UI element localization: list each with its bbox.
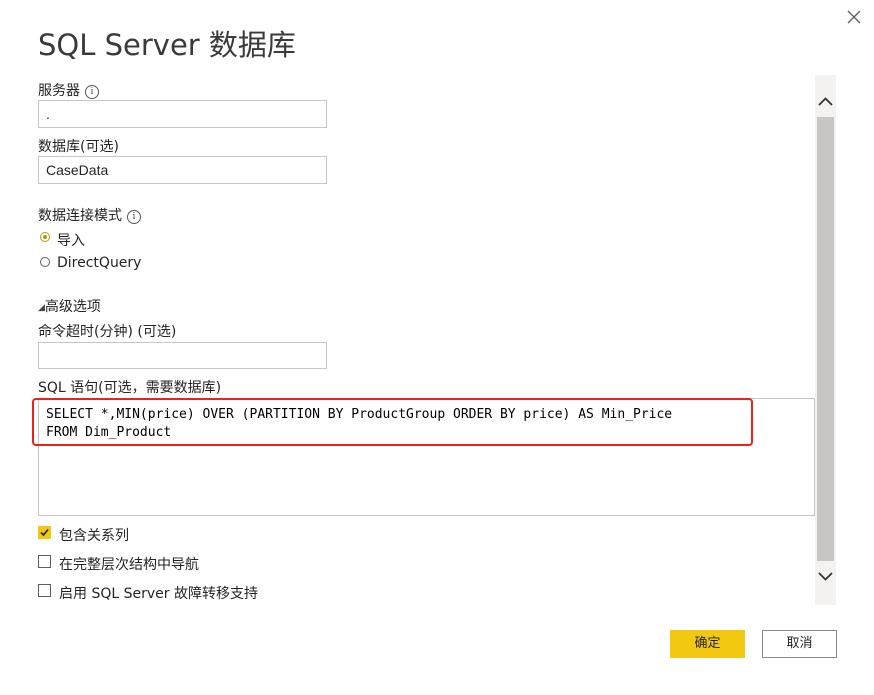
radio-selected-icon[interactable]: [40, 232, 50, 242]
timeout-label: 命令超时(分钟) (可选): [38, 324, 177, 340]
database-label: 数据库(可选): [38, 139, 119, 155]
radio-unselected-icon[interactable]: [40, 257, 50, 267]
checkbox-include-relationship-columns[interactable]: 包含关系列: [38, 525, 168, 544]
advanced-label: 高级选项: [44, 299, 101, 315]
radio-import[interactable]: 导入: [38, 230, 158, 249]
checkbox-checked-icon[interactable]: [38, 526, 51, 539]
sql-statement-input[interactable]: SELECT *,MIN(price) OVER (PARTITION BY P…: [38, 398, 815, 516]
radio-import-label: 导入: [57, 233, 85, 249]
scrollbar-thumb[interactable]: [817, 117, 834, 561]
scroll-up-button[interactable]: [815, 93, 836, 111]
sql-line: SELECT *,MIN(price) OVER (PARTITION BY P…: [46, 407, 673, 422]
scroll-down-button[interactable]: [815, 568, 836, 586]
database-input[interactable]: CaseData: [38, 156, 327, 184]
sql-text: SELECT *,MIN(price) OVER (PARTITION BY P…: [46, 406, 672, 442]
server-label-row: 服务器 i: [38, 80, 99, 100]
chevron-up-icon: [818, 97, 833, 106]
checkbox-unchecked-icon[interactable]: [38, 555, 51, 568]
checkbox-label: 包含关系列: [59, 528, 129, 544]
checkmark-icon: [40, 528, 49, 537]
info-icon[interactable]: i: [85, 85, 99, 99]
checkbox-label: 在完整层次结构中导航: [59, 557, 199, 573]
server-label: 服务器: [38, 83, 80, 99]
info-icon[interactable]: i: [127, 210, 141, 224]
checkbox-label: 启用 SQL Server 故障转移支持: [59, 586, 258, 602]
chevron-down-icon: [818, 572, 833, 581]
checkbox-enable-failover[interactable]: 启用 SQL Server 故障转移支持: [38, 583, 278, 602]
dialog-title: SQL Server 数据库: [38, 28, 296, 62]
sql-label: SQL 语句(可选，需要数据库): [38, 380, 222, 396]
advanced-toggle[interactable]: ◢高级选项: [38, 296, 101, 316]
close-icon: [847, 10, 861, 24]
checkbox-navigate-hierarchy[interactable]: 在完整层次结构中导航: [38, 554, 228, 573]
collapse-triangle-icon: ◢: [38, 303, 45, 313]
radio-directquery[interactable]: DirectQuery: [38, 255, 178, 273]
timeout-input[interactable]: [38, 342, 327, 369]
radio-directquery-label: DirectQuery: [57, 255, 142, 271]
connectivity-label-row: 数据连接模式 i: [38, 205, 141, 225]
close-button[interactable]: [843, 6, 865, 28]
cancel-button[interactable]: 取消: [762, 630, 837, 658]
ok-button[interactable]: 确定: [670, 630, 745, 658]
checkbox-unchecked-icon[interactable]: [38, 584, 51, 597]
connectivity-label: 数据连接模式: [38, 208, 122, 224]
server-input[interactable]: .: [38, 100, 327, 128]
sql-line: FROM Dim_Product: [46, 425, 172, 440]
